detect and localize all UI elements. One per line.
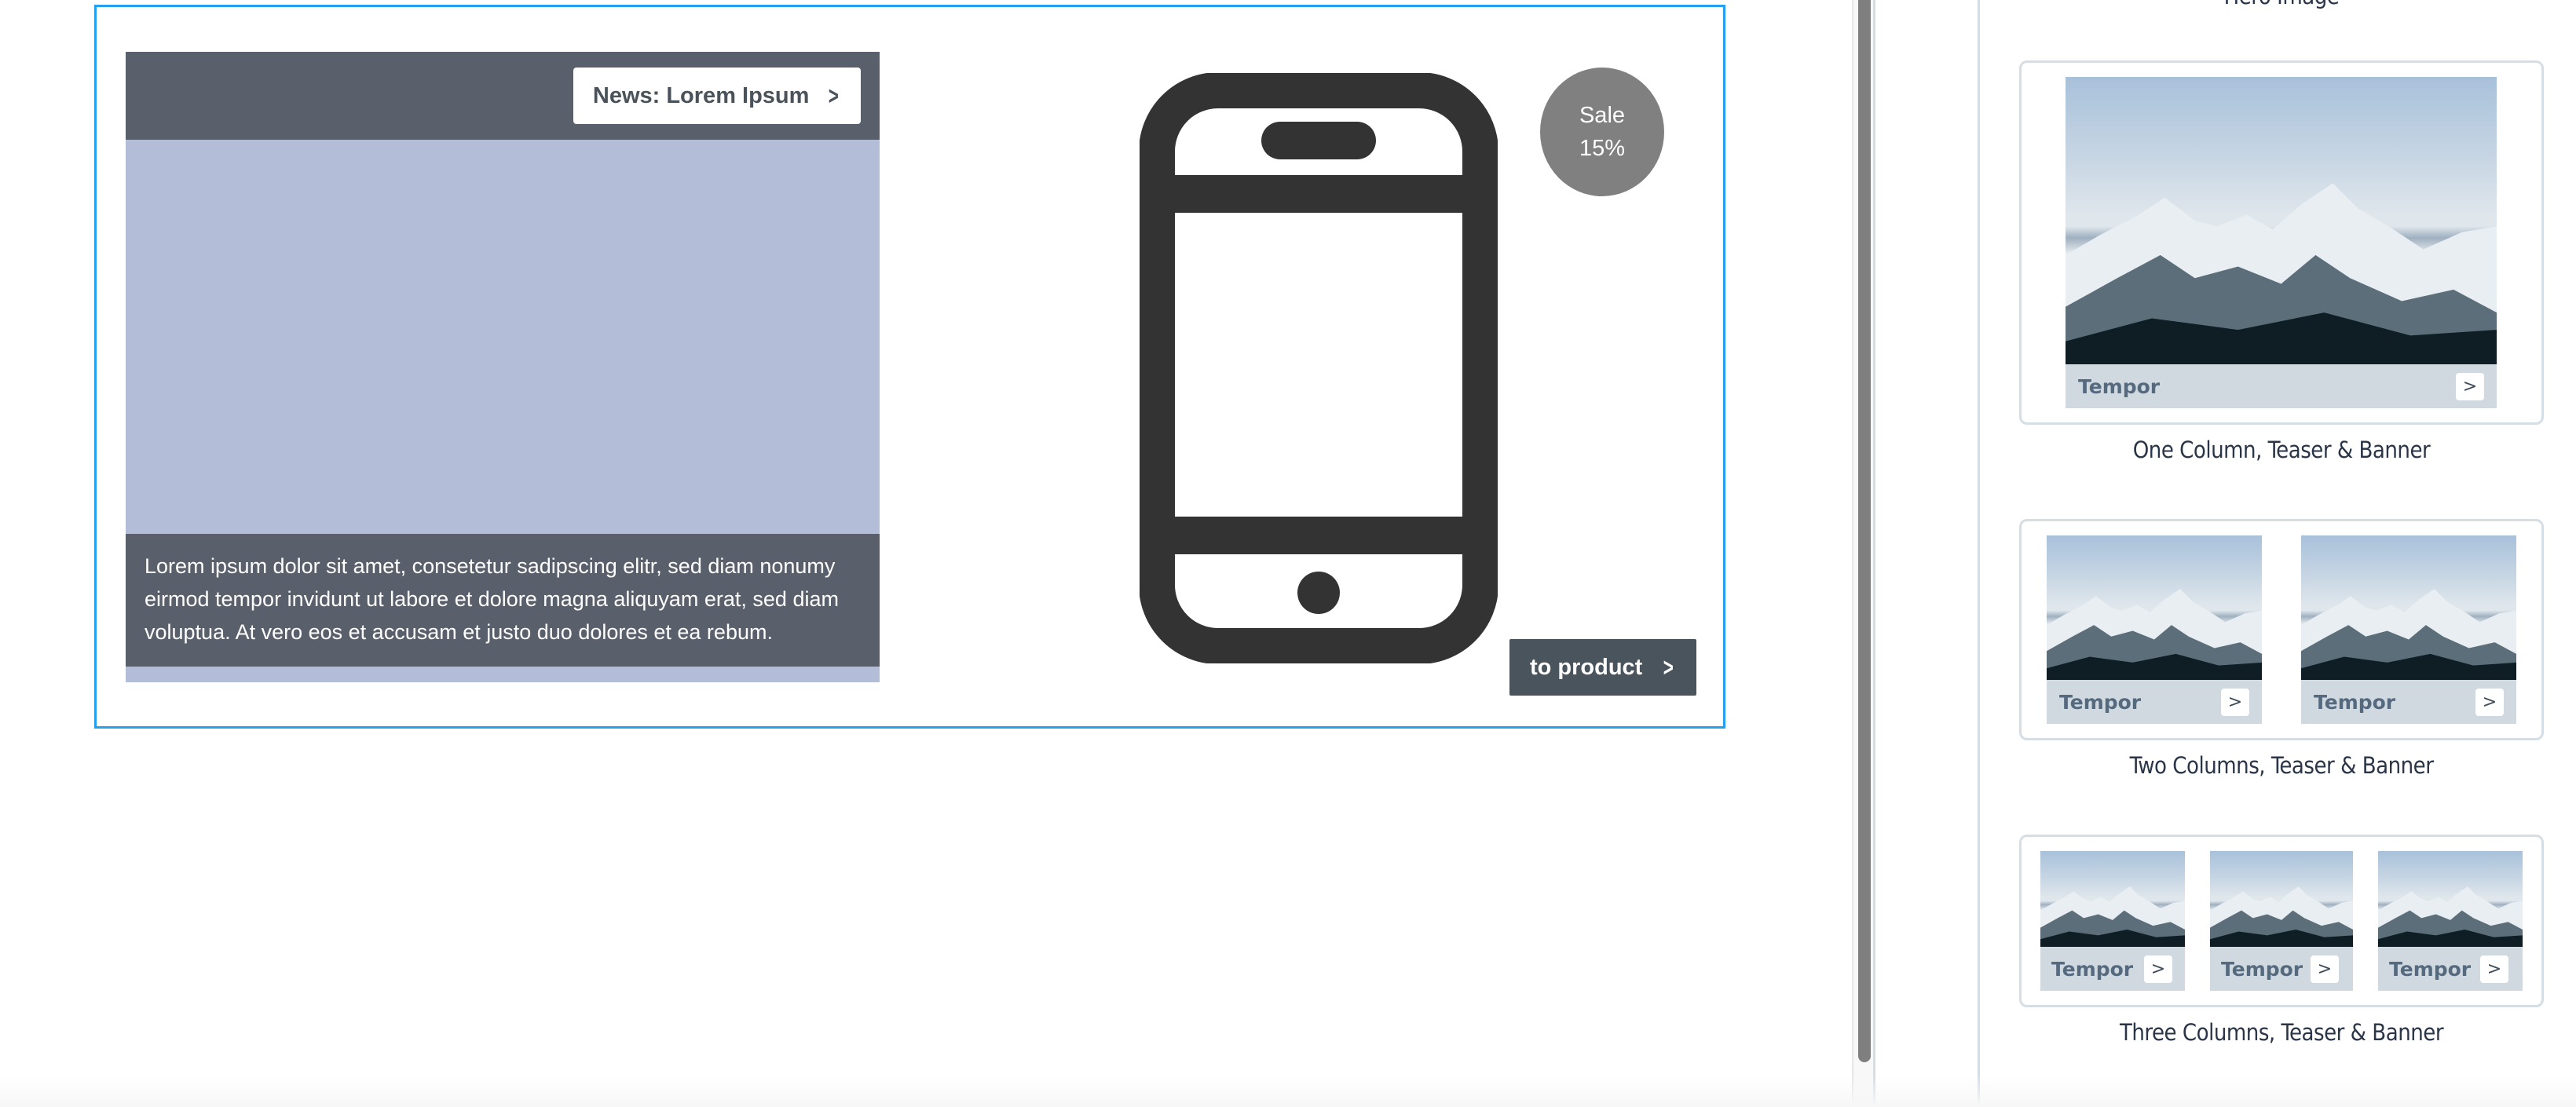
news-button[interactable]: News: Lorem Ipsum > (573, 68, 861, 124)
template-tile: Tempor > (2210, 851, 2353, 991)
tile-caption-button[interactable]: > (2475, 688, 2504, 716)
tile-caption: Tempor > (2301, 680, 2516, 724)
tile-caption-text: Tempor (2314, 690, 2396, 714)
tile-caption-button[interactable]: > (2456, 372, 2484, 400)
tile-caption: Tempor > (2066, 364, 2497, 408)
template-tile: Tempor > (2378, 851, 2523, 991)
snowy-mountain-image (2378, 851, 2523, 947)
template-tile: Tempor > (2040, 851, 2185, 991)
tile-caption-button[interactable]: > (2480, 955, 2508, 983)
template-tile: Tempor > (2301, 535, 2516, 724)
news-teaser-text: Lorem ipsum dolor sit amet, consetetur s… (126, 534, 880, 667)
tile-caption-button[interactable]: > (2221, 688, 2249, 716)
tile-caption: Tempor > (2040, 947, 2185, 991)
snowy-mountain-image (2047, 535, 2262, 680)
tile-caption: Tempor > (2210, 947, 2353, 991)
template-tile: Tempor > (2047, 535, 2262, 724)
to-product-button[interactable]: to product > (1509, 639, 1696, 696)
snowy-mountain-image (2066, 77, 2497, 364)
panel-divider (1978, 0, 1980, 1107)
sale-badge-label: Sale (1579, 103, 1626, 128)
tile-caption-button[interactable]: > (2311, 955, 2339, 983)
tile-caption: Tempor > (2047, 680, 2262, 724)
template-tile: Tempor > (2066, 77, 2497, 408)
template-label-one-column: One Column, Teaser & Banner (2132, 437, 2431, 463)
news-button-label: News: Lorem Ipsum (592, 82, 810, 108)
chevron-right-icon: > (829, 81, 840, 110)
chevron-right-icon: > (1663, 652, 1674, 681)
news-teaser[interactable]: News: Lorem Ipsum > Lorem ipsum dolor si… (126, 52, 880, 682)
sale-badge: Sale 15% (1540, 68, 1664, 196)
snowy-mountain-image (2210, 851, 2353, 947)
news-teaser-header: News: Lorem Ipsum > (126, 52, 880, 140)
snowy-mountain-image (2301, 535, 2516, 680)
to-product-button-label: to product (1529, 654, 1643, 680)
template-label-two-columns: Two Columns, Teaser & Banner (2129, 752, 2434, 779)
tile-caption: Tempor > (2378, 947, 2523, 991)
tile-caption-text: Tempor (2051, 957, 2134, 981)
tile-caption-button[interactable]: > (2144, 955, 2172, 983)
template-label-three-columns: Three Columns, Teaser & Banner (2119, 1019, 2444, 1046)
snowy-mountain-image (2040, 851, 2185, 947)
sale-badge-value: 15% (1579, 136, 1626, 161)
tile-caption-text: Tempor (2389, 957, 2472, 981)
tile-caption-text: Tempor (2221, 957, 2303, 981)
scrollbar-thumb[interactable] (1858, 0, 1871, 1062)
smartphone-icon (1140, 73, 1498, 663)
bottom-fade (0, 1076, 2576, 1107)
tile-caption-text: Tempor (2078, 374, 2161, 398)
tile-caption-text: Tempor (2059, 690, 2142, 714)
template-label-hero-image: Hero Image (2019, 0, 2544, 9)
